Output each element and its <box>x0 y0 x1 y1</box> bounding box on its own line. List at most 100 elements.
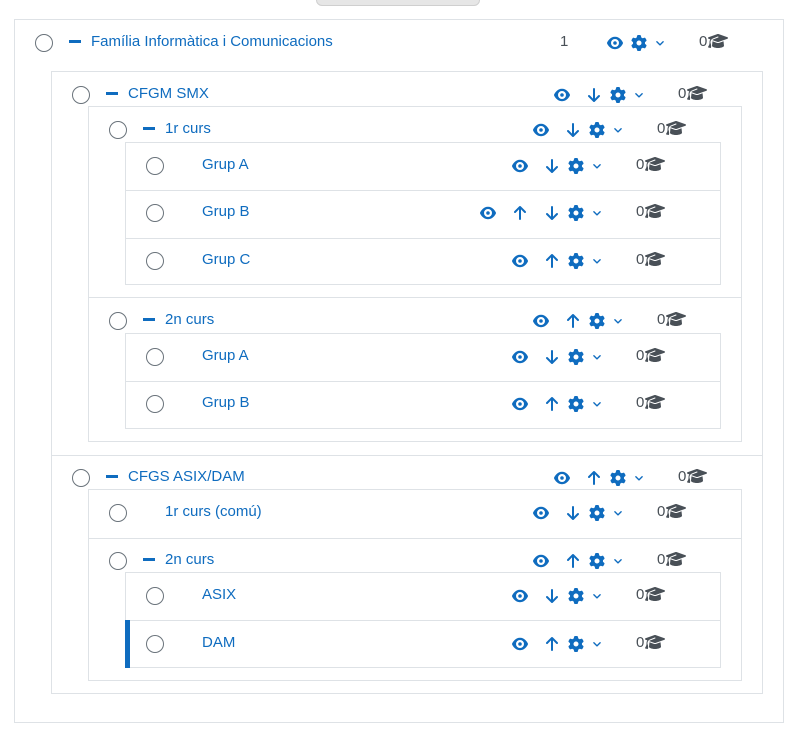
arrow-down-icon[interactable] <box>565 122 581 138</box>
arrow-down-icon[interactable] <box>565 505 581 521</box>
category-name-asix[interactable]: CFGS ASIX/DAM <box>128 468 245 486</box>
eye-icon[interactable] <box>480 205 496 221</box>
arrow-down-icon[interactable] <box>544 349 560 365</box>
arrow-up-icon[interactable] <box>544 636 560 652</box>
arrow-up-icon[interactable] <box>512 205 528 221</box>
category-name-smx-2n[interactable]: 2n curs <box>165 311 214 329</box>
select-checkbox-smx-1r-c[interactable] <box>146 252 164 270</box>
chevron-down-icon[interactable] <box>592 591 602 601</box>
category-name-smx-2n-a[interactable]: Grup A <box>202 347 249 365</box>
arrow-up-icon[interactable] <box>586 470 602 486</box>
arrow-down-icon[interactable] <box>544 205 560 221</box>
eye-icon[interactable] <box>533 505 549 521</box>
select-checkbox-smx-1r-a[interactable] <box>146 157 164 175</box>
select-checkbox-asix-2n-dam[interactable] <box>146 635 164 653</box>
category-name-asix-1r[interactable]: 1r curs (comú) <box>165 503 262 521</box>
select-checkbox-smx-1r[interactable] <box>109 121 127 139</box>
graduation-cap-icon <box>645 586 665 602</box>
category-name-smx-2n-b[interactable]: Grup B <box>202 394 250 412</box>
eye-icon[interactable] <box>533 122 549 138</box>
eye-icon[interactable] <box>512 158 528 174</box>
eye-icon[interactable] <box>512 588 528 604</box>
arrow-down-icon[interactable] <box>586 87 602 103</box>
selected-row-indicator <box>125 620 130 668</box>
chevron-down-icon[interactable] <box>592 639 602 649</box>
select-checkbox-asix-2n-asix[interactable] <box>146 587 164 605</box>
category-name-asix-2n[interactable]: 2n curs <box>165 551 214 569</box>
chevron-down-icon[interactable] <box>655 38 665 48</box>
graduation-cap-icon <box>645 394 665 410</box>
chevron-down-icon[interactable] <box>613 316 623 326</box>
collapse-icon[interactable] <box>69 40 81 43</box>
chevron-down-icon[interactable] <box>613 508 623 518</box>
graduation-cap-icon <box>666 503 686 519</box>
collapse-icon[interactable] <box>106 475 118 478</box>
eye-icon[interactable] <box>607 35 623 51</box>
eye-icon[interactable] <box>533 313 549 329</box>
category-name-root[interactable]: Família Informàtica i Comunicacions <box>91 33 333 51</box>
eye-icon[interactable] <box>512 349 528 365</box>
select-checkbox-asix-1r[interactable] <box>109 504 127 522</box>
arrow-up-icon[interactable] <box>565 553 581 569</box>
gear-icon[interactable] <box>568 396 584 412</box>
chevron-down-icon[interactable] <box>613 556 623 566</box>
select-checkbox-smx[interactable] <box>72 86 90 104</box>
select-checkbox-asix-2n[interactable] <box>109 552 127 570</box>
category-name-asix-2n-asix[interactable]: ASIX <box>202 586 236 604</box>
eye-icon[interactable] <box>512 253 528 269</box>
arrow-up-icon[interactable] <box>565 313 581 329</box>
collapse-icon[interactable] <box>143 318 155 321</box>
select-checkbox-smx-2n-a[interactable] <box>146 348 164 366</box>
gear-icon[interactable] <box>589 553 605 569</box>
course-count: 0 <box>657 503 666 520</box>
eye-icon[interactable] <box>533 553 549 569</box>
category-name-smx-1r-c[interactable]: Grup C <box>202 251 250 269</box>
select-checkbox-smx-2n[interactable] <box>109 312 127 330</box>
gear-icon[interactable] <box>589 505 605 521</box>
arrow-up-icon[interactable] <box>544 396 560 412</box>
eye-icon[interactable] <box>554 87 570 103</box>
gear-icon[interactable] <box>568 349 584 365</box>
graduation-cap-icon <box>645 156 665 172</box>
category-name-smx-1r-b[interactable]: Grup B <box>202 203 250 221</box>
chevron-down-icon[interactable] <box>634 90 644 100</box>
chevron-down-icon[interactable] <box>592 256 602 266</box>
arrow-down-icon[interactable] <box>544 158 560 174</box>
gear-icon[interactable] <box>589 313 605 329</box>
chevron-down-icon[interactable] <box>592 399 602 409</box>
eye-icon[interactable] <box>554 470 570 486</box>
chevron-down-icon[interactable] <box>634 473 644 483</box>
course-count: 0 <box>657 551 666 568</box>
course-count: 0 <box>678 468 687 485</box>
chevron-down-icon[interactable] <box>592 161 602 171</box>
gear-icon[interactable] <box>631 35 647 51</box>
chevron-down-icon[interactable] <box>592 352 602 362</box>
graduation-cap-icon <box>645 347 665 363</box>
category-name-asix-2n-dam[interactable]: DAM <box>202 634 235 652</box>
select-checkbox-asix[interactable] <box>72 469 90 487</box>
eye-icon[interactable] <box>512 636 528 652</box>
collapse-icon[interactable] <box>143 127 155 130</box>
collapse-icon[interactable] <box>143 558 155 561</box>
chevron-down-icon[interactable] <box>592 208 602 218</box>
gear-icon[interactable] <box>568 636 584 652</box>
gear-icon[interactable] <box>568 158 584 174</box>
gear-icon[interactable] <box>589 122 605 138</box>
arrow-up-icon[interactable] <box>544 253 560 269</box>
category-name-smx[interactable]: CFGM SMX <box>128 85 209 103</box>
select-checkbox-root[interactable] <box>35 34 53 52</box>
gear-icon[interactable] <box>610 470 626 486</box>
arrow-down-icon[interactable] <box>544 588 560 604</box>
eye-icon[interactable] <box>512 396 528 412</box>
select-checkbox-smx-2n-b[interactable] <box>146 395 164 413</box>
category-name-smx-1r[interactable]: 1r curs <box>165 120 211 138</box>
course-count: 0 <box>678 85 687 102</box>
gear-icon[interactable] <box>568 253 584 269</box>
gear-icon[interactable] <box>610 87 626 103</box>
gear-icon[interactable] <box>568 588 584 604</box>
category-name-smx-1r-a[interactable]: Grup A <box>202 156 249 174</box>
gear-icon[interactable] <box>568 205 584 221</box>
collapse-icon[interactable] <box>106 92 118 95</box>
select-checkbox-smx-1r-b[interactable] <box>146 204 164 222</box>
chevron-down-icon[interactable] <box>613 125 623 135</box>
